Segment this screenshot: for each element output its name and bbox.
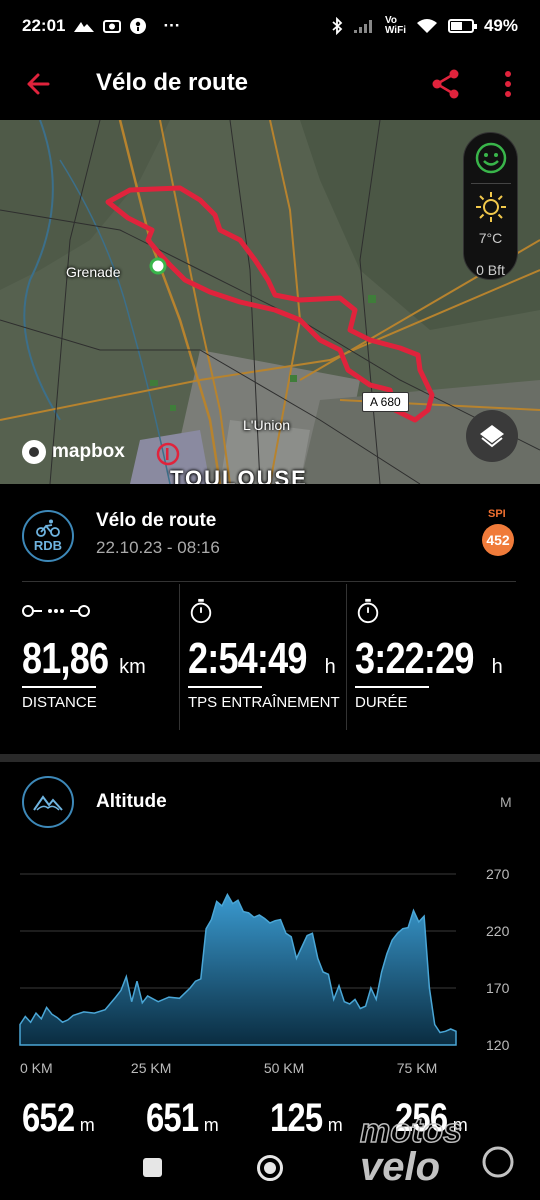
section-separator xyxy=(0,754,540,762)
stat-value: 3:22:29 xyxy=(355,634,474,683)
stat-training-time: 2:54:49 h TPS ENTRAÎNEMENT xyxy=(188,598,340,718)
mapbox-logo-icon xyxy=(22,440,46,464)
route-icon xyxy=(22,605,90,617)
route-map[interactable]: Grenade L'Union TOULOUSE A 680 mapbox 7°… xyxy=(0,120,540,484)
back-arrow-icon[interactable] xyxy=(20,66,56,102)
page-title: Vélo de route xyxy=(96,69,249,96)
summary-item: 652 m xyxy=(22,1096,95,1141)
cyclist-icon xyxy=(36,519,60,537)
summary-value: 651 xyxy=(146,1096,199,1140)
activity-type-badge: RDB xyxy=(22,510,74,562)
summary-value: 652 xyxy=(22,1096,75,1140)
x-tick-label: 0 KM xyxy=(20,1060,53,1076)
stat-distance: 81,86 km DISTANCE xyxy=(22,598,172,718)
activity-name: Vélo de route xyxy=(96,510,217,531)
more-options-icon[interactable] xyxy=(496,66,520,102)
watermark-line2: velo xyxy=(360,1145,440,1186)
stat-underline xyxy=(22,686,96,688)
share-icon[interactable] xyxy=(428,66,464,102)
divider xyxy=(179,584,180,730)
map-label-toulouse: TOULOUSE xyxy=(170,466,308,484)
signal-icon xyxy=(353,20,372,33)
stat-label: DURÉE xyxy=(355,694,408,711)
stat-value: 81,86 xyxy=(22,634,109,683)
stat-label: TPS ENTRAÎNEMENT xyxy=(188,694,340,711)
wifi-icon xyxy=(416,19,437,33)
x-tick-label: 50 KM xyxy=(264,1060,304,1076)
activity-date: 22.10.23 - 08:16 xyxy=(96,538,220,557)
altitude-title: Altitude xyxy=(96,791,167,812)
stat-unit: h xyxy=(324,656,336,678)
status-notification-icons: ··· xyxy=(73,16,180,36)
stat-unit: km xyxy=(119,656,146,678)
sun-icon xyxy=(475,192,506,222)
stat-underline xyxy=(355,686,429,688)
layers-icon xyxy=(480,425,504,448)
motosvelo-watermark-logo: motos velo xyxy=(359,1111,514,1186)
recent-apps-button[interactable] xyxy=(143,1158,162,1177)
map-label-lunion: L'Union xyxy=(243,417,291,433)
more-notifications: ··· xyxy=(163,16,181,35)
y-tick-label: 270 xyxy=(486,866,510,882)
status-bar: 22:01 ··· Vo WiFi 49% xyxy=(0,0,540,52)
summary-item: 651 m xyxy=(146,1096,219,1141)
summary-unit: m xyxy=(203,1115,219,1135)
camera-icon xyxy=(103,20,122,33)
stat-underline xyxy=(188,686,262,688)
mapbox-attribution[interactable]: mapbox xyxy=(22,440,125,464)
bluetooth-icon xyxy=(332,17,343,35)
vowifi-label: Vo WiFi xyxy=(384,15,406,36)
y-tick-label: 170 xyxy=(486,980,510,996)
altitude-area xyxy=(19,892,457,1046)
road-shield: A 680 xyxy=(362,392,409,412)
mapbox-wordmark: mapbox xyxy=(52,441,125,462)
app-circle-icon xyxy=(130,18,147,34)
divider xyxy=(346,584,347,730)
weather-divider xyxy=(470,183,511,184)
stopwatch-icon xyxy=(357,598,379,624)
altitude-badge xyxy=(22,776,74,828)
app-bar: Vélo de route xyxy=(0,52,540,116)
y-tick-label: 120 xyxy=(486,1037,510,1053)
mountain-icon xyxy=(33,795,63,811)
y-tick-label: 220 xyxy=(486,923,510,939)
stopwatch-icon xyxy=(190,598,212,624)
activity-app-icon xyxy=(74,22,95,32)
x-tick-label: 25 KM xyxy=(131,1060,171,1076)
summary-value: 125 xyxy=(270,1096,323,1140)
finish-marker-icon xyxy=(156,442,180,466)
battery-icon xyxy=(447,19,477,33)
activity-abbr: RDB xyxy=(33,538,63,553)
stat-value: 2:54:49 xyxy=(188,634,307,683)
weather-panel: 7°C 0 Bft xyxy=(463,132,518,280)
smiley-icon xyxy=(475,142,506,174)
status-time: 22:01 xyxy=(22,16,66,35)
stat-duration: 3:22:29 h DURÉE xyxy=(355,598,505,718)
altitude-unit: M xyxy=(500,794,512,810)
weather-wind: 0 Bft xyxy=(476,262,505,278)
map-label-grenade: Grenade xyxy=(66,264,121,280)
stat-label: DISTANCE xyxy=(22,694,97,711)
summary-unit: m xyxy=(327,1115,343,1135)
spi-badge[interactable]: 452 xyxy=(482,524,514,556)
weather-temperature: 7°C xyxy=(478,230,503,246)
divider xyxy=(22,581,516,582)
x-tick-label: 75 KM xyxy=(397,1060,437,1076)
spi-label: SPI xyxy=(488,508,506,520)
stat-unit: h xyxy=(491,656,503,678)
home-button[interactable] xyxy=(257,1155,283,1181)
summary-item: 125 m xyxy=(270,1096,343,1141)
map-layers-button[interactable] xyxy=(466,410,518,462)
summary-unit: m xyxy=(79,1115,95,1135)
altitude-chart[interactable]: 270 220 170 120 0 KM 25 KM 50 KM 75 KM xyxy=(0,860,540,1080)
battery-percent: 49% xyxy=(483,16,518,35)
